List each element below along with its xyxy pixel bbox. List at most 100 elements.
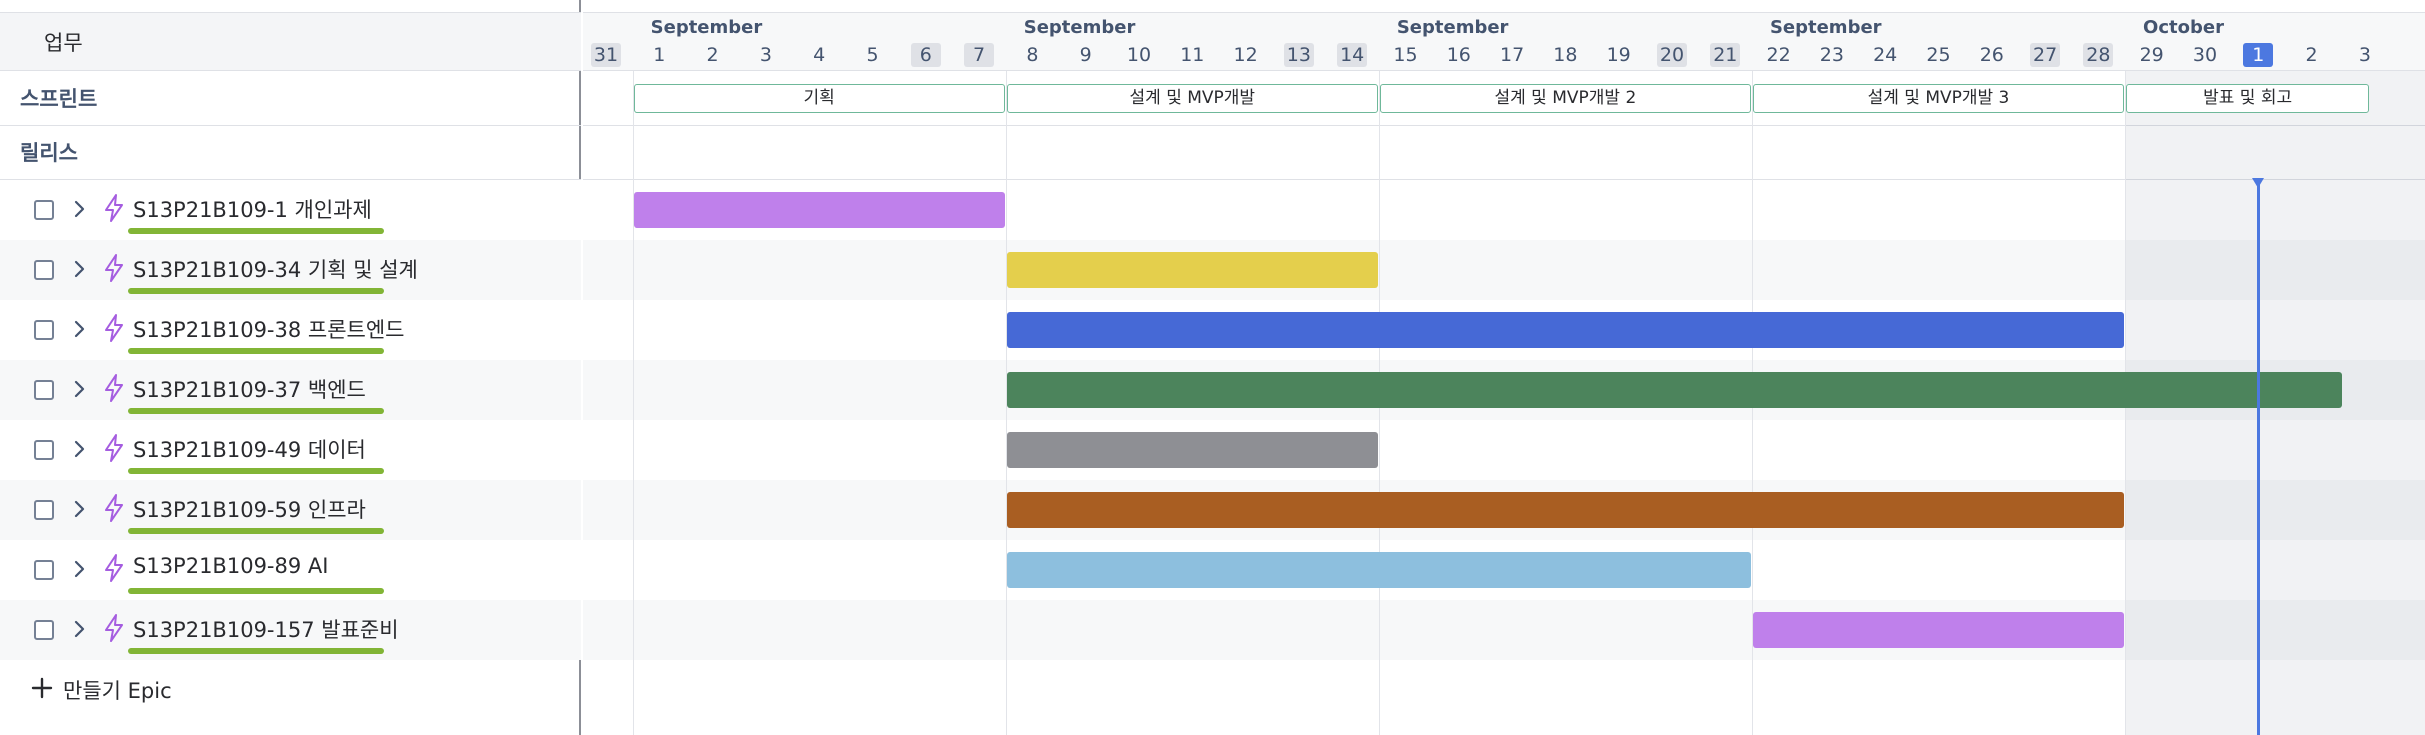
day-label: 3 xyxy=(2358,44,2371,66)
epic-row[interactable]: S13P21B109-37 백엔드 xyxy=(0,360,581,420)
epic-lightning-icon xyxy=(105,614,123,642)
epic-row[interactable]: S13P21B109-49 데이터 xyxy=(0,420,581,480)
epic-bar[interactable] xyxy=(1006,492,2125,528)
epic-label[interactable]: S13P21B109-1 개인과제 xyxy=(133,194,372,224)
sprint-box[interactable]: 설계 및 MVP개발 xyxy=(1006,84,1378,113)
chevron-right-icon[interactable] xyxy=(70,615,90,643)
sprint-box[interactable]: 기획 xyxy=(633,84,1005,113)
day-label: 29 xyxy=(2139,44,2164,66)
work-header-label: 업무 xyxy=(44,31,83,55)
epic-progress-bar xyxy=(128,348,384,354)
day-label: 8 xyxy=(1026,44,1039,66)
sprint-box[interactable]: 설계 및 MVP개발 3 xyxy=(1752,84,2125,113)
epic-label[interactable]: S13P21B109-37 백엔드 xyxy=(133,374,366,404)
epic-bar[interactable] xyxy=(1006,552,1751,588)
epic-progress-bar xyxy=(128,468,384,474)
day-label: 21 xyxy=(1710,43,1741,67)
day-label: 23 xyxy=(1819,44,1844,66)
day-label: 26 xyxy=(1979,44,2004,66)
day-label: 3 xyxy=(759,44,772,66)
epic-label[interactable]: S13P21B109-157 발표준비 xyxy=(133,614,399,644)
day-label: 2 xyxy=(706,44,719,66)
day-label: 4 xyxy=(813,44,826,66)
epic-label[interactable]: S13P21B109-89 AI xyxy=(133,554,328,578)
epic-row[interactable]: S13P21B109-38 프론트엔드 xyxy=(0,300,581,360)
day-label: 18 xyxy=(1553,44,1578,66)
day-label: 14 xyxy=(1337,43,1368,67)
today-line xyxy=(2256,182,2260,735)
epic-row[interactable]: S13P21B109-34 기획 및 설계 xyxy=(0,240,581,300)
create-epic-button[interactable]: 만들기 Epic xyxy=(0,660,581,720)
day-label: 2 xyxy=(2305,44,2318,66)
epic-label[interactable]: S13P21B109-49 데이터 xyxy=(133,434,366,464)
day-label: 27 xyxy=(2030,43,2061,67)
epic-checkbox[interactable] xyxy=(34,380,54,400)
sprint-box[interactable]: 설계 및 MVP개발 2 xyxy=(1379,84,1751,113)
epic-bar[interactable] xyxy=(1006,312,2125,348)
epic-row[interactable]: S13P21B109-89 AI xyxy=(0,540,581,600)
month-label: September xyxy=(1769,17,1882,38)
epic-lightning-icon xyxy=(105,374,123,402)
chevron-right-icon[interactable] xyxy=(70,495,90,523)
epic-checkbox[interactable] xyxy=(34,500,54,520)
day-label: 25 xyxy=(1926,44,1951,66)
epic-lightning-icon xyxy=(105,314,123,342)
plus-icon xyxy=(31,677,53,699)
sprint-box[interactable]: 발표 및 회고 xyxy=(2126,84,2370,113)
epic-lightning-icon xyxy=(105,194,123,222)
day-label: 22 xyxy=(1766,44,1791,66)
epic-checkbox[interactable] xyxy=(34,320,54,340)
epic-lightning-icon xyxy=(105,434,123,462)
epic-bar[interactable] xyxy=(633,192,1005,228)
week-grid-line xyxy=(633,12,634,735)
epic-bar[interactable] xyxy=(1006,432,1378,468)
epic-progress-bar xyxy=(128,648,384,654)
chevron-right-icon[interactable] xyxy=(70,255,90,283)
timeline-panel: September September September September Octo… xyxy=(583,0,2425,735)
epic-checkbox[interactable] xyxy=(34,560,54,580)
day-label: 17 xyxy=(1500,44,1525,66)
epic-progress-bar xyxy=(128,408,384,414)
day-label: 24 xyxy=(1873,44,1898,66)
epic-row[interactable]: S13P21B109-157 발표준비 xyxy=(0,600,581,660)
epic-lightning-icon xyxy=(105,494,123,522)
epic-row[interactable]: S13P21B109-1 개인과제 xyxy=(0,180,581,240)
issue-list-panel: 업무 스프린트 릴리스 S13P21B109-1 개인과제 S13P21B109-… xyxy=(0,0,581,735)
month-label: October xyxy=(2143,17,2224,38)
epic-progress-bar xyxy=(128,528,384,534)
epic-checkbox[interactable] xyxy=(34,620,54,640)
month-label: September xyxy=(1023,17,1136,38)
epic-checkbox[interactable] xyxy=(34,440,54,460)
day-label: 31 xyxy=(591,43,621,67)
chevron-right-icon[interactable] xyxy=(70,555,90,583)
chevron-right-icon[interactable] xyxy=(70,375,90,403)
day-label: 13 xyxy=(1283,43,1314,67)
epic-checkbox[interactable] xyxy=(34,260,54,280)
epic-label[interactable]: S13P21B109-34 기획 및 설계 xyxy=(133,254,418,284)
chevron-right-icon[interactable] xyxy=(70,315,90,343)
day-label: 1 xyxy=(653,44,666,66)
sprint-row-label: 스프린트 xyxy=(20,87,98,111)
day-label: 6 xyxy=(910,43,941,67)
epic-checkbox[interactable] xyxy=(34,200,54,220)
work-column-header: 업무 xyxy=(0,12,581,71)
create-epic-label: 만들기 Epic xyxy=(63,679,172,703)
chevron-right-icon[interactable] xyxy=(70,195,90,223)
today-day-label: 1 xyxy=(2243,43,2274,67)
day-label: 10 xyxy=(1126,44,1152,66)
epic-label[interactable]: S13P21B109-59 인프라 xyxy=(133,494,366,524)
day-label: 11 xyxy=(1180,44,1205,66)
day-label: 15 xyxy=(1393,44,1418,66)
epic-bar[interactable] xyxy=(1006,252,1378,288)
epic-label[interactable]: S13P21B109-38 프론트엔드 xyxy=(133,314,405,344)
day-label: 30 xyxy=(2192,44,2218,66)
day-label: 19 xyxy=(1606,44,1631,66)
epic-bar[interactable] xyxy=(1006,372,2343,408)
epic-row[interactable]: S13P21B109-59 인프라 xyxy=(0,480,581,540)
month-label: September xyxy=(1396,17,1509,38)
day-label: 20 xyxy=(1657,43,1687,67)
row-divider xyxy=(0,125,581,126)
chevron-right-icon[interactable] xyxy=(70,435,90,463)
epic-bar[interactable] xyxy=(1752,612,2125,648)
day-label: 7 xyxy=(964,43,995,67)
